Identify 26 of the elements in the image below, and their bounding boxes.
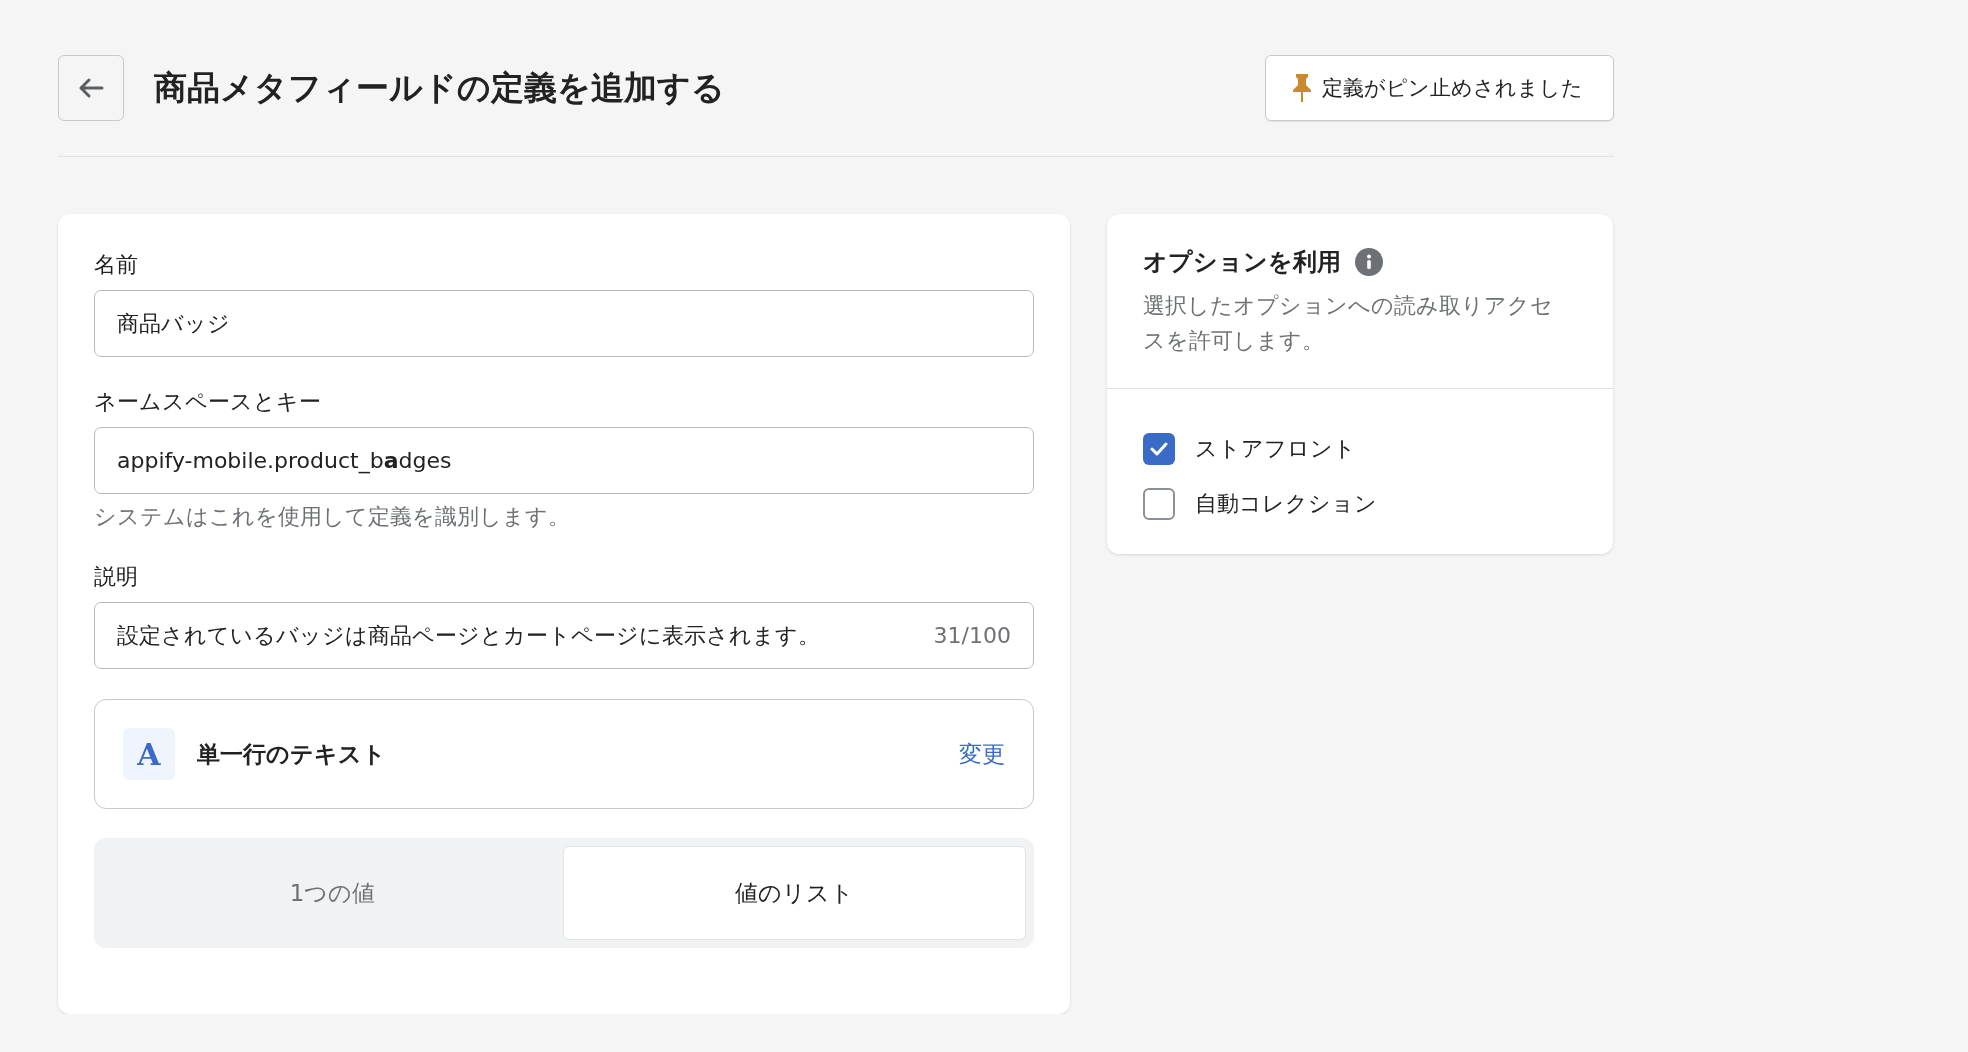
page-title: 商品メタフィールドの定義を追加する (154, 66, 726, 109)
options-description: 選択したオプションへの読み取りアクセスを許可します。 (1143, 292, 1554, 356)
input-field[interactable]: 設定されているバッジは商品ページとカートページに表示されます。 31/100 (94, 602, 1034, 669)
field-label: 説明 (94, 563, 139, 591)
checkbox[interactable] (1143, 488, 1175, 521)
input-field[interactable]: 商品バッジ (94, 290, 1034, 357)
field-label: ネームスペースとキー (94, 388, 322, 416)
segment-option[interactable]: 値のリスト (563, 846, 1026, 940)
back-button[interactable] (58, 55, 124, 121)
checkbox[interactable] (1143, 433, 1175, 466)
info-icon[interactable] (1355, 248, 1383, 276)
text-type-icon: A (123, 728, 175, 780)
checkbox-label: 自動コレクション (1195, 490, 1377, 519)
pin-icon (1292, 73, 1312, 103)
checkmark-icon (1150, 442, 1168, 457)
type-name: 単一行のテキスト (197, 739, 387, 769)
help-text: システムはこれを使用して定義を識別します。 (94, 503, 571, 531)
input-field[interactable]: appify-mobile.product_badges (94, 427, 1034, 494)
back-arrow-icon (78, 77, 104, 99)
character-count: 31/100 (933, 623, 1011, 648)
checkbox-label: ストアフロント (1195, 435, 1356, 464)
change-link[interactable]: 変更 (959, 738, 1005, 770)
pinned-button[interactable]: 定義がピン止めされました (1265, 55, 1614, 121)
segment-option[interactable]: 1つの値 (102, 846, 563, 940)
field-label: 名前 (94, 251, 139, 279)
options-title: オプションを利用 (1143, 247, 1341, 278)
